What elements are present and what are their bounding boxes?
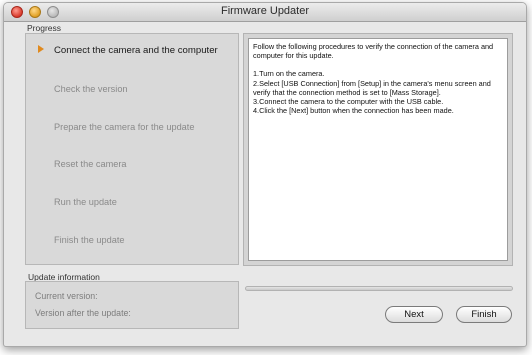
step-check-version: Check the version [54, 84, 128, 94]
title-bar: Firmware Updater [4, 3, 526, 22]
step-reset-camera: Reset the camera [54, 159, 127, 169]
step-connect-camera: Connect the camera and the computer [54, 45, 218, 56]
update-information-panel: Current version: Version after the updat… [25, 281, 239, 329]
instruction-item: 4.Click the [Next] button when the conne… [253, 106, 454, 116]
window-title: Firmware Updater [220, 5, 310, 17]
instructions-intro: Follow the following procedures to verif… [253, 42, 494, 61]
instruction-item: 3.Connect the camera to the computer wit… [253, 97, 444, 107]
steps-panel: Connect the camera and the computer Chec… [25, 33, 239, 265]
version-after-update-label: Version after the update: [35, 308, 131, 318]
step-prepare-camera: Prepare the camera for the update [54, 122, 195, 132]
instruction-item: 1.Turn on the camera. [253, 69, 325, 79]
current-version-label: Current version: [35, 291, 98, 301]
instructions-text-area[interactable]: Follow the following procedures to verif… [248, 38, 508, 261]
next-button[interactable]: Next [385, 306, 443, 323]
progress-section-label: Progress [27, 23, 62, 33]
instructions-panel: Follow the following procedures to verif… [243, 33, 513, 266]
current-step-arrow-icon [38, 45, 44, 53]
step-finish-update: Finish the update [54, 235, 125, 245]
step-run-update: Run the update [54, 197, 117, 207]
instruction-item: 2.Select [USB Connection] from [Setup] i… [253, 78, 491, 97]
finish-button[interactable]: Finish [456, 306, 512, 323]
update-progress-bar [245, 286, 513, 291]
